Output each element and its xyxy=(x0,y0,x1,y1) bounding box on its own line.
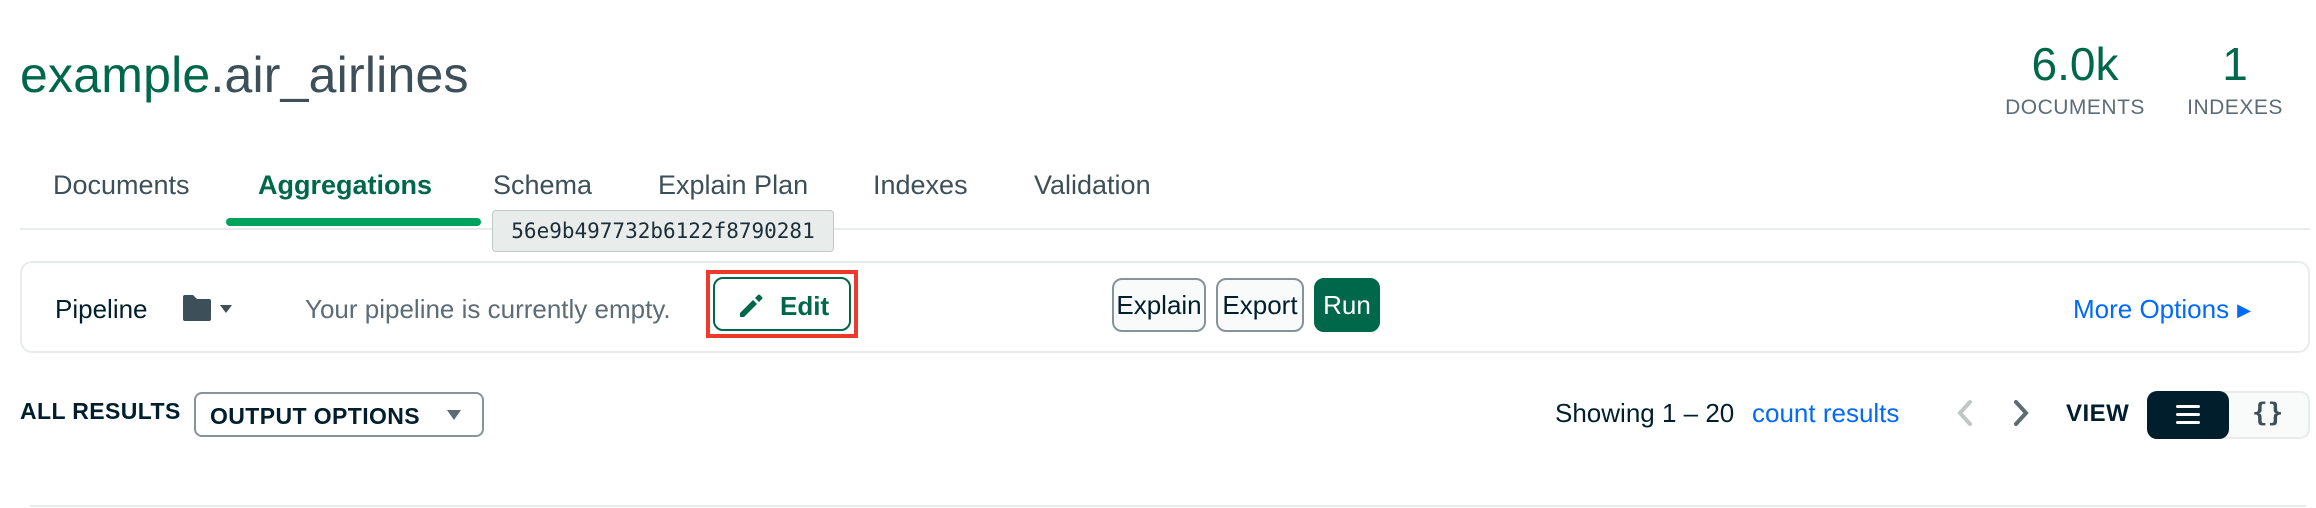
saved-pipelines-button[interactable] xyxy=(182,293,242,323)
tab-aggregations[interactable]: Aggregations xyxy=(258,170,432,201)
showing-range: Showing 1 – 20 xyxy=(1555,398,1735,428)
output-options-label: OUTPUT OPTIONS xyxy=(210,403,421,429)
more-options-link[interactable]: More Options ▶ xyxy=(2073,294,2251,325)
run-button[interactable]: Run xyxy=(1314,278,1380,332)
documents-count: 6.0k xyxy=(2031,38,2119,90)
indexes-label: INDEXES xyxy=(2187,96,2283,119)
database-name: example xyxy=(20,47,211,103)
collection-tabs: Documents Aggregations Schema Explain Pl… xyxy=(20,160,2310,230)
export-button[interactable]: Export xyxy=(1216,278,1304,332)
tab-documents[interactable]: Documents xyxy=(53,170,190,201)
all-results-label: ALL RESULTS xyxy=(20,398,181,424)
output-options-dropdown[interactable]: OUTPUT OPTIONS xyxy=(194,392,484,437)
list-view-button[interactable] xyxy=(2147,391,2229,439)
chevron-down-icon xyxy=(447,410,461,420)
more-options-label: More Options xyxy=(2073,294,2230,324)
pipeline-toolbar: Pipeline Your pipeline is currently empt… xyxy=(20,261,2310,353)
indexes-count: 1 xyxy=(2222,38,2248,90)
explain-button[interactable]: Explain xyxy=(1112,278,1206,332)
count-results-link[interactable]: count results xyxy=(1752,398,1899,429)
divider xyxy=(30,505,2306,507)
object-id-tooltip: 56e9b497732b6122f8790281 xyxy=(492,210,834,252)
pipeline-label: Pipeline xyxy=(55,294,148,324)
documents-stat: 6.0k DOCUMENTS xyxy=(1995,38,2155,120)
folder-icon xyxy=(183,295,232,321)
pipeline-empty-text: Your pipeline is currently empty. xyxy=(305,294,671,324)
documents-label: DOCUMENTS xyxy=(2005,96,2145,119)
active-tab-indicator xyxy=(226,218,481,226)
next-page-icon[interactable] xyxy=(2011,398,2031,428)
caret-right-icon: ▶ xyxy=(2237,300,2251,320)
edit-label: Edit xyxy=(780,291,830,321)
previous-page-icon[interactable] xyxy=(1955,398,1975,428)
edit-pipeline-button[interactable]: Edit xyxy=(713,277,851,331)
pencil-icon xyxy=(740,294,763,317)
json-view-button[interactable]: {} xyxy=(2252,398,2283,428)
collection-title: example.air_airlines xyxy=(20,46,469,104)
collection-name: .air_airlines xyxy=(210,47,469,103)
tab-validation[interactable]: Validation xyxy=(1034,170,1151,201)
chevron-down-icon xyxy=(220,305,232,313)
view-label: VIEW xyxy=(2066,400,2130,427)
list-icon xyxy=(2176,405,2200,424)
tab-explain-plan[interactable]: Explain Plan xyxy=(658,170,808,201)
indexes-stat: 1 INDEXES xyxy=(2180,38,2290,120)
tab-schema[interactable]: Schema xyxy=(493,170,592,201)
tab-indexes[interactable]: Indexes xyxy=(873,170,968,201)
